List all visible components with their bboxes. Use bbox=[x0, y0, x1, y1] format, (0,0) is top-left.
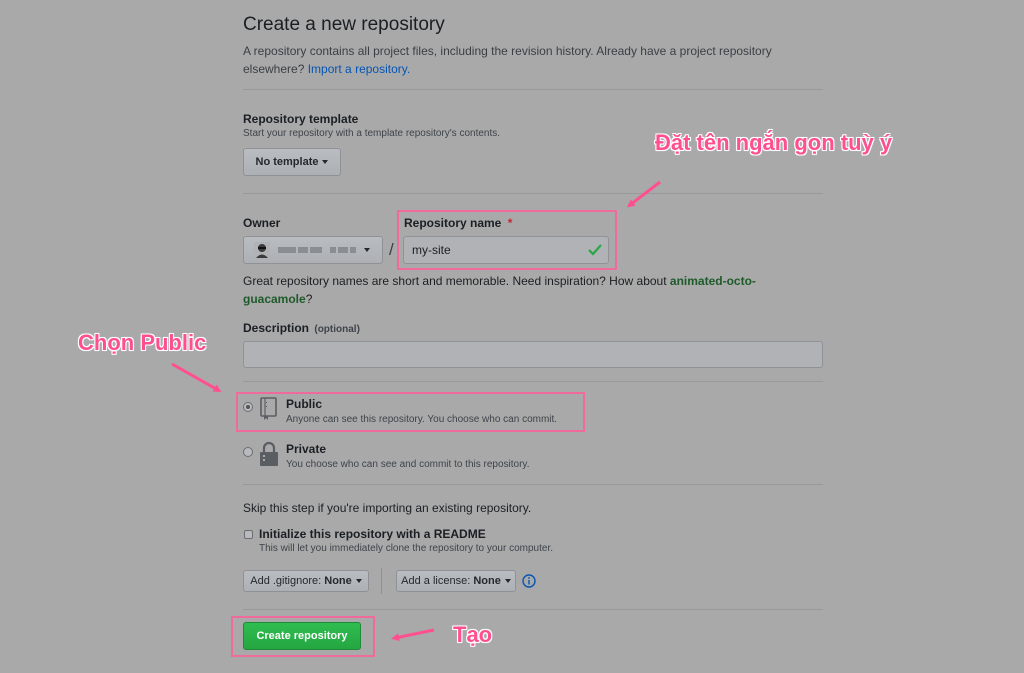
license-value: None bbox=[473, 575, 501, 587]
readme-checkbox[interactable] bbox=[244, 530, 253, 539]
description-label-text: Description bbox=[243, 321, 310, 335]
annotation-public-tip: Chọn Public bbox=[78, 330, 207, 355]
chevron-down-icon bbox=[322, 160, 329, 164]
hint-end: ? bbox=[305, 292, 313, 306]
page-title: Create a new repository bbox=[243, 14, 445, 35]
divider bbox=[243, 193, 823, 194]
private-label[interactable]: Private bbox=[286, 442, 326, 456]
hint-text: Great repository names are short and mem… bbox=[243, 274, 667, 288]
template-select-label: No template bbox=[255, 156, 319, 168]
highlight-create-button bbox=[231, 616, 375, 657]
divider bbox=[243, 89, 823, 90]
gitignore-value: None bbox=[324, 575, 352, 587]
optional-note: (optional) bbox=[314, 324, 360, 335]
owner-select-button[interactable] bbox=[243, 236, 383, 264]
arrow-to-create bbox=[391, 628, 435, 642]
divider bbox=[243, 381, 823, 382]
template-label: Repository template bbox=[243, 112, 359, 126]
owner-name-redacted bbox=[278, 244, 358, 256]
avatar-icon bbox=[254, 242, 270, 258]
lock-icon bbox=[260, 441, 278, 466]
readme-note: This will let you immediately clone the … bbox=[259, 543, 554, 554]
description-label: Description (optional) bbox=[243, 321, 360, 335]
template-select-button[interactable]: No template bbox=[243, 148, 341, 176]
highlight-repository-name bbox=[397, 210, 617, 270]
info-icon[interactable] bbox=[522, 574, 536, 588]
skip-note: Skip this step if you're importing an ex… bbox=[243, 501, 532, 515]
gitignore-prefix: Add .gitignore: bbox=[250, 575, 322, 587]
arrow-to-public bbox=[171, 362, 222, 392]
private-radio[interactable] bbox=[243, 447, 253, 457]
chevron-down-icon bbox=[364, 248, 370, 252]
highlight-public-option bbox=[236, 392, 585, 432]
page-description: A repository contains all project files,… bbox=[243, 42, 803, 78]
divider bbox=[243, 609, 823, 610]
repository-name-hint: Great repository names are short and mem… bbox=[243, 272, 783, 308]
vertical-divider bbox=[381, 568, 382, 594]
import-repository-link[interactable]: Import a repository. bbox=[308, 62, 410, 76]
annotation-create-tip: Tạo bbox=[453, 622, 493, 647]
chevron-down-icon bbox=[504, 579, 511, 583]
owner-repo-separator: / bbox=[389, 240, 394, 259]
divider bbox=[243, 484, 823, 485]
description-input[interactable] bbox=[243, 341, 823, 368]
readme-label[interactable]: Initialize this repository with a README bbox=[259, 527, 486, 541]
license-select-button[interactable]: Add a license: None bbox=[396, 570, 516, 592]
owner-label: Owner bbox=[243, 216, 281, 230]
annotation-name-tip: Đặt tên ngắn gọn tuỳ ý bbox=[655, 130, 893, 155]
gitignore-select-button[interactable]: Add .gitignore: None bbox=[243, 570, 369, 592]
template-note: Start your repository with a template re… bbox=[243, 128, 501, 139]
chevron-down-icon bbox=[355, 579, 362, 583]
private-note: You choose who can see and commit to thi… bbox=[286, 459, 530, 470]
license-prefix: Add a license: bbox=[401, 575, 471, 587]
